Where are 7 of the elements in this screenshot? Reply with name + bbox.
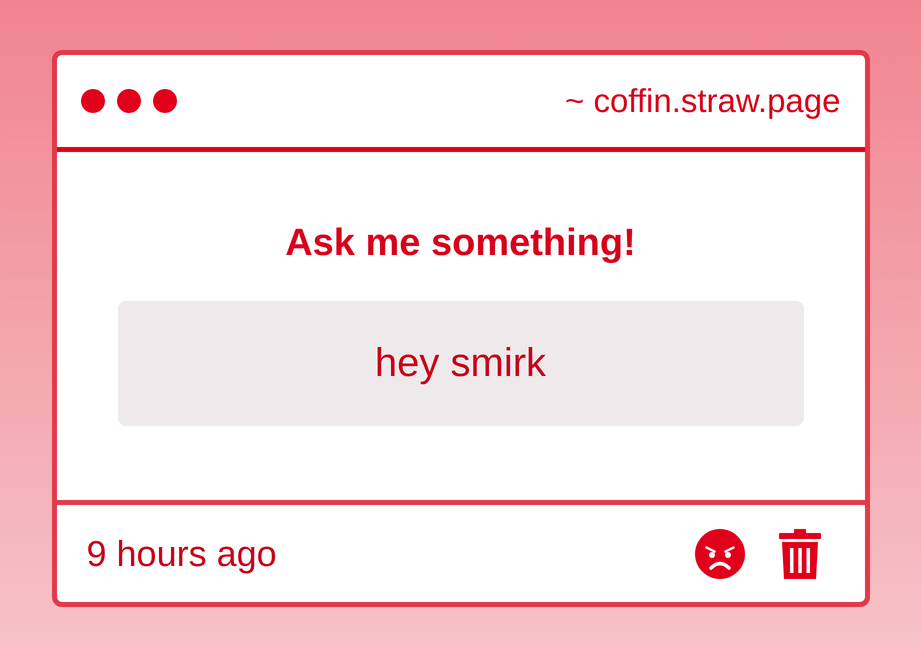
window-dots-icon xyxy=(80,89,176,113)
message-text: hey smirk xyxy=(118,301,804,426)
angry-face-icon[interactable] xyxy=(694,528,744,578)
page-address: ~ coffin.straw.page xyxy=(565,82,840,120)
prompt-title: Ask me something! xyxy=(285,222,636,265)
trash-icon[interactable] xyxy=(778,528,820,578)
time-ago: 9 hours ago xyxy=(86,532,277,574)
